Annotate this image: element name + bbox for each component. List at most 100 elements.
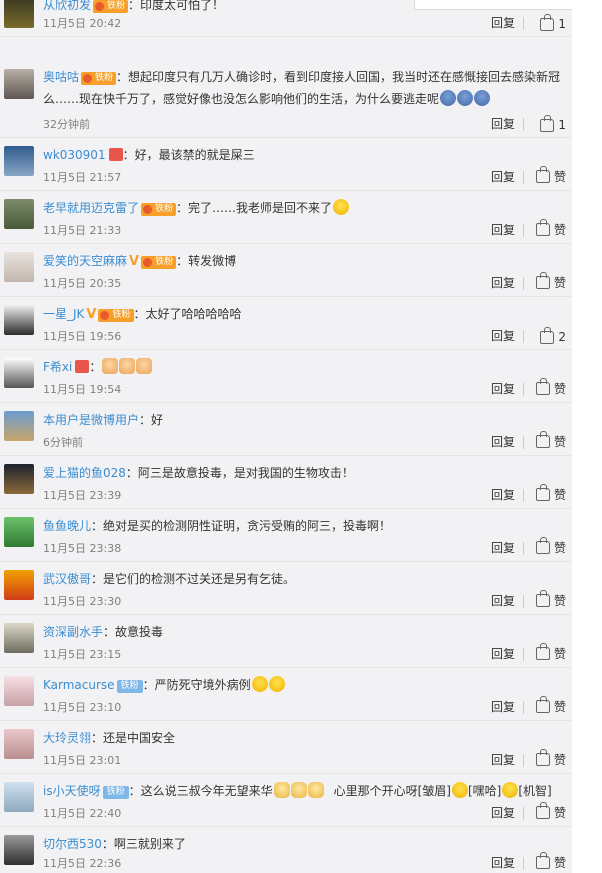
divider — [523, 436, 524, 449]
like-button[interactable]: 赞 — [535, 643, 566, 662]
comment-item: Karmacurse 铁粉 ：严防死守境外病例 11月5日 23:10 回复 赞 — [0, 668, 572, 721]
avatar[interactable] — [4, 517, 34, 547]
avatar[interactable] — [4, 835, 34, 865]
username-link[interactable]: 资深副水手 — [43, 625, 103, 639]
comment-item: 老早就用迈克雷了 铁粉 ：完了……我老师是回不来了 11月5日 21:33 回复 赞 — [0, 191, 572, 244]
like-button[interactable]: 赞 — [535, 166, 566, 185]
comment-line: 老早就用迈克雷了 铁粉 ：完了……我老师是回不来了 — [43, 199, 568, 217]
username-link[interactable]: is小天使呀 — [43, 784, 101, 798]
avatar[interactable] — [4, 69, 34, 99]
reply-button[interactable]: 回复 — [491, 380, 515, 397]
divider — [523, 118, 524, 131]
comment-text: ：这么说三叔今年无望来华 — [128, 784, 273, 798]
like-button[interactable]: 赞 — [535, 749, 566, 768]
username-link[interactable]: 武汉傲哥 — [43, 572, 91, 586]
like-button[interactable]: 赞 — [535, 431, 566, 450]
like-count: 赞 — [553, 382, 566, 396]
like-button[interactable]: 1 — [540, 13, 566, 31]
reply-button[interactable]: 回复 — [491, 751, 515, 768]
reply-button[interactable]: 回复 — [491, 539, 515, 556]
username-link[interactable]: 本用户是微博用户 — [43, 413, 139, 427]
timestamp: 11月5日 23:39 — [43, 489, 122, 502]
thumbs-up-icon — [535, 431, 550, 448]
like-count: 赞 — [553, 223, 566, 237]
avatar[interactable] — [4, 305, 34, 335]
avatar[interactable] — [4, 623, 34, 653]
timestamp: 11月5日 23:01 — [43, 754, 122, 767]
comment-line: 大玲灵翎：还是中国安全 — [43, 729, 568, 747]
comment-line: 一星_JK V 铁粉 ：太好了哈哈哈哈哈 — [43, 305, 568, 324]
reply-button[interactable]: 回复 — [491, 433, 515, 450]
avatar[interactable] — [4, 252, 34, 282]
reply-button[interactable]: 回复 — [491, 645, 515, 662]
reply-button[interactable]: 回复 — [491, 115, 515, 132]
avatar[interactable] — [4, 729, 34, 759]
reply-button[interactable]: 回复 — [491, 854, 515, 871]
username-link[interactable]: 切尔西530 — [43, 837, 102, 851]
like-button[interactable]: 赞 — [535, 852, 566, 871]
divider — [523, 648, 524, 661]
like-button[interactable]: 赞 — [535, 378, 566, 397]
like-button[interactable]: 赞 — [535, 590, 566, 609]
comment-line: 本用户是微博用户：好 — [43, 411, 568, 429]
like-button[interactable]: 赞 — [535, 219, 566, 238]
comment-line: 武汉傲哥：是它们的检测不过关还是另有乞徒。 — [43, 570, 568, 588]
username-link[interactable]: 大玲灵翎 — [43, 731, 91, 745]
like-button[interactable]: 赞 — [535, 272, 566, 291]
like-button[interactable]: 赞 — [535, 484, 566, 503]
avatar[interactable] — [4, 146, 34, 176]
username-link[interactable]: Karmacurse — [43, 678, 115, 692]
like-button[interactable]: 赞 — [535, 802, 566, 821]
username-link[interactable]: 一星_JK — [43, 307, 84, 321]
username-link[interactable]: 奥咕咕 — [43, 70, 79, 84]
fan-badge: 铁粉 — [141, 256, 177, 269]
like-button[interactable]: 1 — [540, 114, 566, 132]
reply-button[interactable]: 回复 — [491, 14, 515, 31]
comment-item: 武汉傲哥：是它们的检测不过关还是另有乞徒。 11月5日 23:30 回复 赞 — [0, 562, 572, 615]
thumbs-up-emoji-icon — [136, 358, 153, 374]
like-button[interactable]: 赞 — [535, 537, 566, 556]
comment-text-4: [机智] — [518, 784, 552, 798]
timestamp: 11月5日 21:33 — [43, 224, 122, 237]
username-link[interactable]: 爱上猫的鱼028 — [43, 466, 126, 480]
reply-button[interactable]: 回复 — [491, 804, 515, 821]
avatar[interactable] — [4, 199, 34, 229]
username-link[interactable]: 鱼鱼晚儿 — [43, 519, 91, 533]
comment-line: 从欣初发 铁粉 ：印度太可怕了！ — [43, 0, 568, 14]
like-count: 2 — [558, 330, 566, 344]
avatar[interactable] — [4, 0, 34, 28]
thumbs-up-icon — [535, 537, 550, 554]
comment-item: wk030901 ：好，最该禁的就是屎三 11月5日 21:57 回复 赞 — [0, 138, 572, 191]
avatar[interactable] — [4, 782, 34, 812]
like-button[interactable]: 2 — [540, 326, 566, 344]
username-link[interactable]: 爱笑的天空麻麻 — [43, 254, 127, 268]
comment-item: is小天使呀 铁粉 ：这么说三叔今年无望来华 心里那个开心呀[皱眉] [嘿哈] [机智] … — [0, 774, 572, 827]
comment-text: ：是它们的检测不过关还是另有乞徒。 — [91, 572, 296, 586]
reply-button[interactable]: 回复 — [491, 327, 515, 344]
reply-button[interactable]: 回复 — [491, 698, 515, 715]
avatar[interactable] — [4, 570, 34, 600]
username-link[interactable]: 从欣初发 — [43, 0, 91, 12]
divider — [523, 171, 524, 184]
reply-button[interactable]: 回复 — [491, 592, 515, 609]
reply-button[interactable]: 回复 — [491, 486, 515, 503]
reply-button[interactable]: 回复 — [491, 274, 515, 291]
avatar[interactable] — [4, 464, 34, 494]
username-link[interactable]: 老早就用迈克雷了 — [43, 201, 139, 215]
reply-button[interactable]: 回复 — [491, 221, 515, 238]
like-button[interactable]: 赞 — [535, 696, 566, 715]
avatar[interactable] — [4, 411, 34, 441]
comment-item: 一星_JK V 铁粉 ：太好了哈哈哈哈哈 11月5日 19:56 回复 2 — [0, 297, 572, 350]
username-link[interactable]: F希xi — [43, 360, 72, 374]
username-link[interactable]: wk030901 — [43, 148, 106, 162]
comment-item: 爱上猫的鱼028：阿三是故意投毒，是对我国的生物攻击！ 11月5日 23:39 … — [0, 456, 572, 509]
avatar[interactable] — [4, 358, 34, 388]
fan-badge: 铁粉 — [93, 0, 129, 13]
comment-line: wk030901 ：好，最该禁的就是屎三 — [43, 146, 568, 164]
like-count: 赞 — [553, 753, 566, 767]
comment-text: ：好，最该禁的就是屎三 — [122, 148, 255, 162]
reply-button[interactable]: 回复 — [491, 168, 515, 185]
fan-badge: 铁粉 — [98, 309, 134, 322]
hourglass-icon — [75, 360, 90, 373]
avatar[interactable] — [4, 676, 34, 706]
